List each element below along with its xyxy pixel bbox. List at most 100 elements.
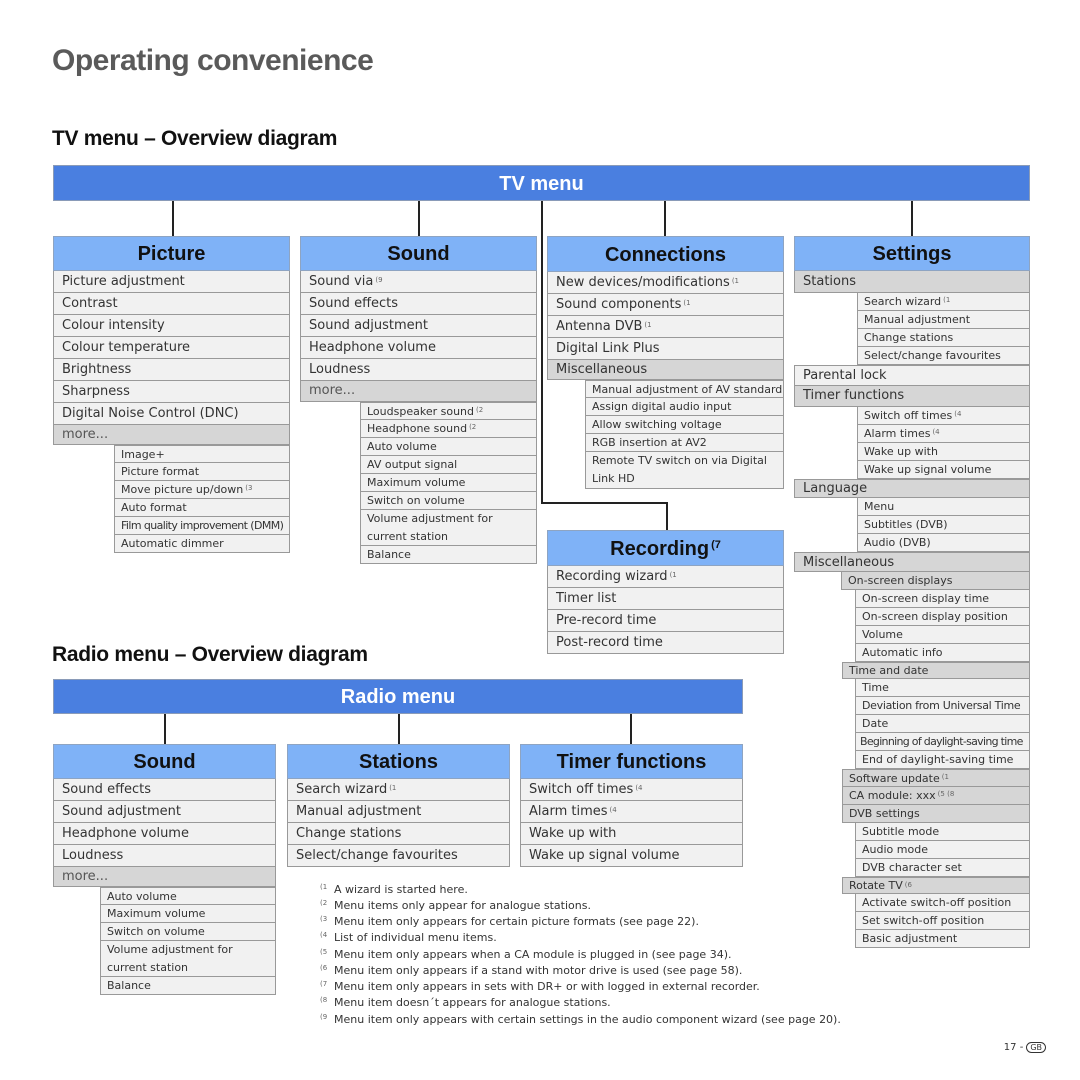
submenu-item[interactable]: AV output signal <box>360 456 537 474</box>
menu-item[interactable]: Antenna DVB (1 <box>547 316 784 338</box>
menu-item[interactable]: Sharpness <box>53 381 290 403</box>
menu-item[interactable]: Manual adjustment <box>287 801 510 823</box>
language-item[interactable]: Language <box>794 479 1030 498</box>
connections-header[interactable]: Connections <box>547 236 784 272</box>
submenu-item[interactable]: Balance <box>100 977 276 995</box>
software-update-item[interactable]: Software update (1 <box>842 769 1030 787</box>
menu-item[interactable]: Headphone volume <box>300 337 537 359</box>
ca-module-item[interactable]: CA module: xxx (5 (8 <box>842 787 1030 805</box>
submenu-item[interactable]: Time <box>855 679 1030 697</box>
submenu-item[interactable]: On-screen display time <box>855 590 1030 608</box>
tv-menu-bar[interactable]: TV menu <box>53 165 1030 201</box>
submenu-item[interactable]: End of daylight-saving time <box>855 751 1030 769</box>
menu-item[interactable]: Wake up signal volume <box>520 845 743 867</box>
submenu-item[interactable]: Audio (DVB) <box>857 534 1030 552</box>
submenu-item[interactable]: Assign digital audio input <box>585 398 784 416</box>
more-item[interactable]: more... <box>53 867 276 887</box>
submenu-item[interactable]: Subtitle mode <box>855 823 1030 841</box>
submenu-item[interactable]: Change stations <box>857 329 1030 347</box>
submenu-item[interactable]: Wake up with <box>857 443 1030 461</box>
submenu-item[interactable]: Subtitles (DVB) <box>857 516 1030 534</box>
menu-item[interactable]: Headphone volume <box>53 823 276 845</box>
menu-item[interactable]: Loudness <box>53 845 276 867</box>
more-item[interactable]: more... <box>300 381 537 402</box>
menu-item[interactable]: Brightness <box>53 359 290 381</box>
menu-item[interactable]: Timer list <box>547 588 784 610</box>
submenu-item[interactable]: Beginning of daylight-saving time <box>855 733 1030 751</box>
settings-header[interactable]: Settings <box>794 236 1030 271</box>
recording-header[interactable]: Recording (7 <box>547 530 784 566</box>
submenu-item[interactable]: Switch off times (4 <box>857 407 1030 425</box>
submenu-item[interactable]: Alarm times (4 <box>857 425 1030 443</box>
submenu-item[interactable]: Set switch-off position <box>855 912 1030 930</box>
submenu-item[interactable]: Allow switching voltage <box>585 416 784 434</box>
submenu-item[interactable]: Remote TV switch on via Digital Link HD <box>585 452 784 489</box>
submenu-item[interactable]: Maximum volume <box>100 905 276 923</box>
submenu-item[interactable]: Move picture up/down (3 <box>114 481 290 499</box>
menu-item[interactable]: Sound adjustment <box>53 801 276 823</box>
submenu-item[interactable]: Automatic dimmer <box>114 535 290 553</box>
on-screen-displays-item[interactable]: On-screen displays <box>841 572 1030 590</box>
picture-header[interactable]: Picture <box>53 236 290 271</box>
menu-item[interactable]: Pre-record time <box>547 610 784 632</box>
menu-item[interactable]: Contrast <box>53 293 290 315</box>
parental-lock-item[interactable]: Parental lock <box>794 365 1030 386</box>
submenu-item[interactable]: Film quality improvement (DMM) <box>114 517 290 535</box>
sound-header[interactable]: Sound <box>300 236 537 271</box>
submenu-item[interactable]: Switch on volume <box>100 923 276 941</box>
menu-item[interactable]: Switch off times (4 <box>520 779 743 801</box>
menu-item[interactable]: Recording wizard (1 <box>547 566 784 588</box>
submenu-item[interactable]: Loudspeaker sound (2 <box>360 402 537 420</box>
submenu-item[interactable]: Activate switch-off position <box>855 894 1030 912</box>
submenu-item[interactable]: RGB insertion at AV2 <box>585 434 784 452</box>
menu-item[interactable]: Change stations <box>287 823 510 845</box>
menu-item[interactable]: Loudness <box>300 359 537 381</box>
submenu-item[interactable]: Maximum volume <box>360 474 537 492</box>
radio-menu-bar[interactable]: Radio menu <box>53 679 743 714</box>
time-and-date-item[interactable]: Time and date <box>842 662 1030 679</box>
radio-timer-header[interactable]: Timer functions <box>520 744 743 779</box>
submenu-item[interactable]: Balance <box>360 546 537 564</box>
menu-item[interactable]: Sound adjustment <box>300 315 537 337</box>
submenu-item[interactable]: Basic adjustment <box>855 930 1030 948</box>
miscellaneous-item[interactable]: Miscellaneous <box>547 360 784 380</box>
menu-item[interactable]: New devices/modifications (1 <box>547 272 784 294</box>
menu-item[interactable]: Wake up with <box>520 823 743 845</box>
submenu-item[interactable]: Volume adjustment for current station <box>100 941 276 977</box>
submenu-item[interactable]: Manual adjustment of AV standard <box>585 380 784 398</box>
menu-item[interactable]: Search wizard (1 <box>287 779 510 801</box>
submenu-item[interactable]: Date <box>855 715 1030 733</box>
rotate-tv-item[interactable]: Rotate TV (6 <box>842 877 1030 894</box>
submenu-item[interactable]: Picture format <box>114 463 290 481</box>
submenu-item[interactable]: Manual adjustment <box>857 311 1030 329</box>
submenu-item[interactable]: Auto format <box>114 499 290 517</box>
radio-stations-header[interactable]: Stations <box>287 744 510 779</box>
menu-item[interactable]: Digital Link Plus <box>547 338 784 360</box>
radio-sound-header[interactable]: Sound <box>53 744 276 779</box>
submenu-item[interactable]: Auto volume <box>100 887 276 905</box>
menu-item[interactable]: Colour temperature <box>53 337 290 359</box>
miscellaneous-item[interactable]: Miscellaneous <box>794 552 1030 572</box>
menu-item[interactable]: Select/change favourites <box>287 845 510 867</box>
submenu-item[interactable]: Headphone sound (2 <box>360 420 537 438</box>
submenu-item[interactable]: Volume adjustment for current station <box>360 510 537 546</box>
menu-item[interactable]: Picture adjustment <box>53 271 290 293</box>
submenu-item[interactable]: Deviation from Universal Time <box>855 697 1030 715</box>
more-item[interactable]: more... <box>53 425 290 445</box>
submenu-item[interactable]: DVB character set <box>855 859 1030 877</box>
submenu-item[interactable]: Image+ <box>114 445 290 463</box>
menu-item[interactable]: Sound via (9 <box>300 271 537 293</box>
timer-functions-item[interactable]: Timer functions <box>794 386 1030 407</box>
submenu-item[interactable]: Auto volume <box>360 438 537 456</box>
submenu-item[interactable]: On-screen display position <box>855 608 1030 626</box>
menu-item[interactable]: Sound effects <box>53 779 276 801</box>
menu-item[interactable]: Sound effects <box>300 293 537 315</box>
menu-item[interactable]: Sound components (1 <box>547 294 784 316</box>
submenu-item[interactable]: Switch on volume <box>360 492 537 510</box>
submenu-item[interactable]: Menu <box>857 498 1030 516</box>
dvb-settings-item[interactable]: DVB settings <box>842 805 1030 823</box>
menu-item[interactable]: Digital Noise Control (DNC) <box>53 403 290 425</box>
submenu-item[interactable]: Volume <box>855 626 1030 644</box>
submenu-item[interactable]: Wake up signal volume <box>857 461 1030 479</box>
menu-item[interactable]: Post-record time <box>547 632 784 654</box>
